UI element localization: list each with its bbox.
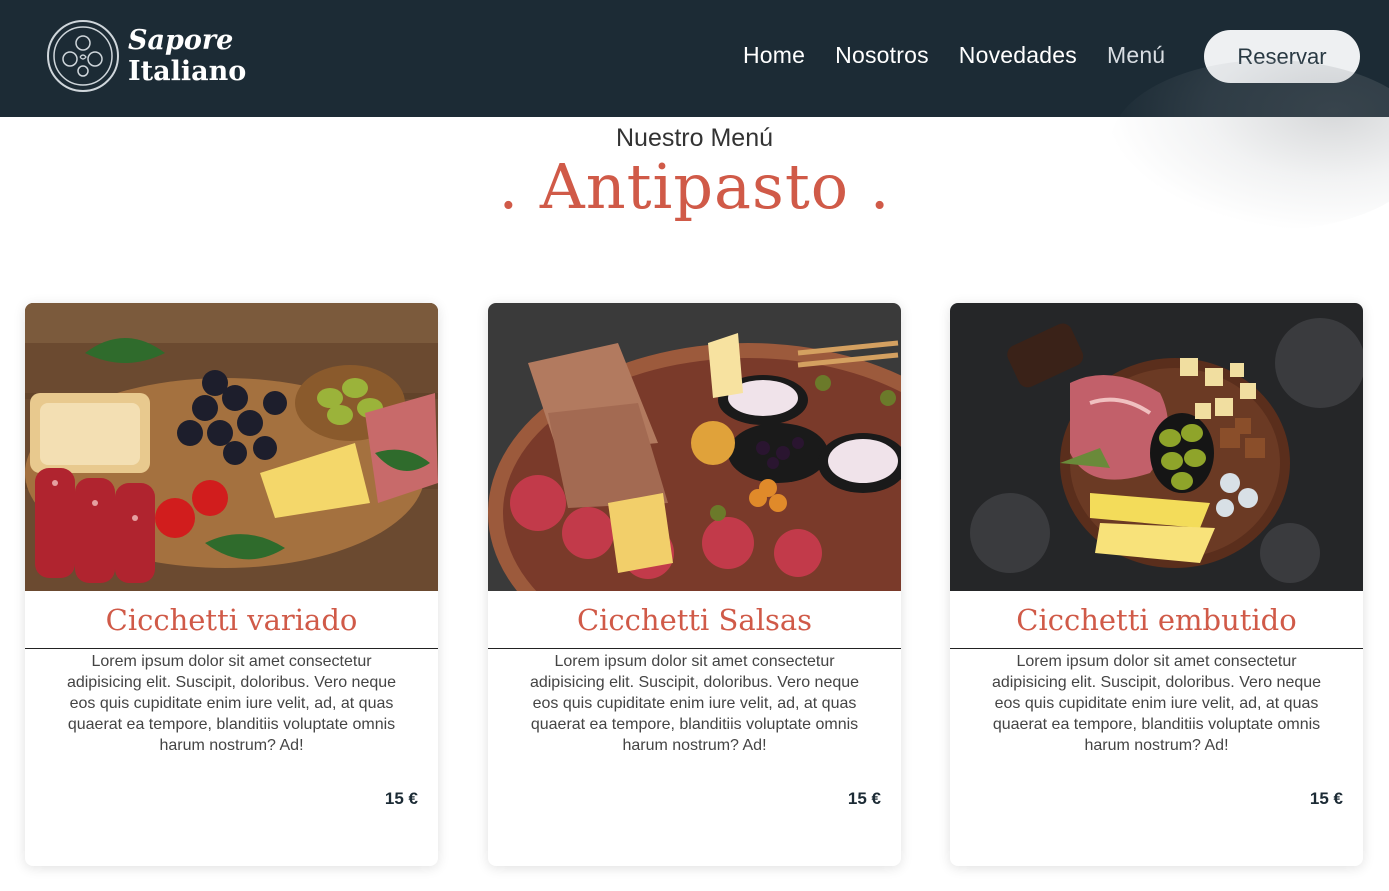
nav-menu[interactable]: Menú xyxy=(1107,42,1165,69)
card-description: Lorem ipsum dolor sit amet consectetur a… xyxy=(991,653,1322,754)
card-description: Lorem ipsum dolor sit amet consectetur a… xyxy=(66,653,397,754)
brand-logo[interactable]: Sapore Italiano xyxy=(46,20,246,92)
nav-nosotros[interactable]: Nosotros xyxy=(835,42,929,69)
salsas-platter-image xyxy=(488,303,901,591)
card-title: Cicchetti Salsas xyxy=(488,591,901,649)
embutido-platter-image xyxy=(950,303,1363,591)
antipasto-platter-image xyxy=(25,303,438,591)
brand-name-line1: Sapore xyxy=(128,25,234,56)
brand-name: Sapore Italiano xyxy=(128,25,246,87)
card-title: Cicchetti variado xyxy=(25,591,438,649)
section-title: . Antipasto . xyxy=(498,150,891,223)
card-description: Lorem ipsum dolor sit amet consectetur a… xyxy=(529,653,860,754)
brand-name-line2: Italiano xyxy=(128,56,247,87)
main-nav: Home Nosotros Novedades Menú xyxy=(743,42,1165,69)
card-price: 15 € xyxy=(847,789,881,808)
section-subtitle: Nuestro Menú xyxy=(615,124,774,152)
nav-novedades[interactable]: Novedades xyxy=(959,42,1077,69)
pizza-plate-icon xyxy=(47,20,119,92)
card-price: 15 € xyxy=(1309,789,1343,808)
card-price: 15 € xyxy=(384,789,418,808)
menu-card[interactable]: Cicchetti variado Lorem ipsum dolor sit … xyxy=(25,303,438,866)
card-title: Cicchetti embutido xyxy=(950,591,1363,649)
nav-home[interactable]: Home xyxy=(743,42,805,69)
menu-card[interactable]: Cicchetti embutido Lorem ipsum dolor sit… xyxy=(950,303,1363,866)
menu-card[interactable]: Cicchetti Salsas Lorem ipsum dolor sit a… xyxy=(488,303,901,866)
